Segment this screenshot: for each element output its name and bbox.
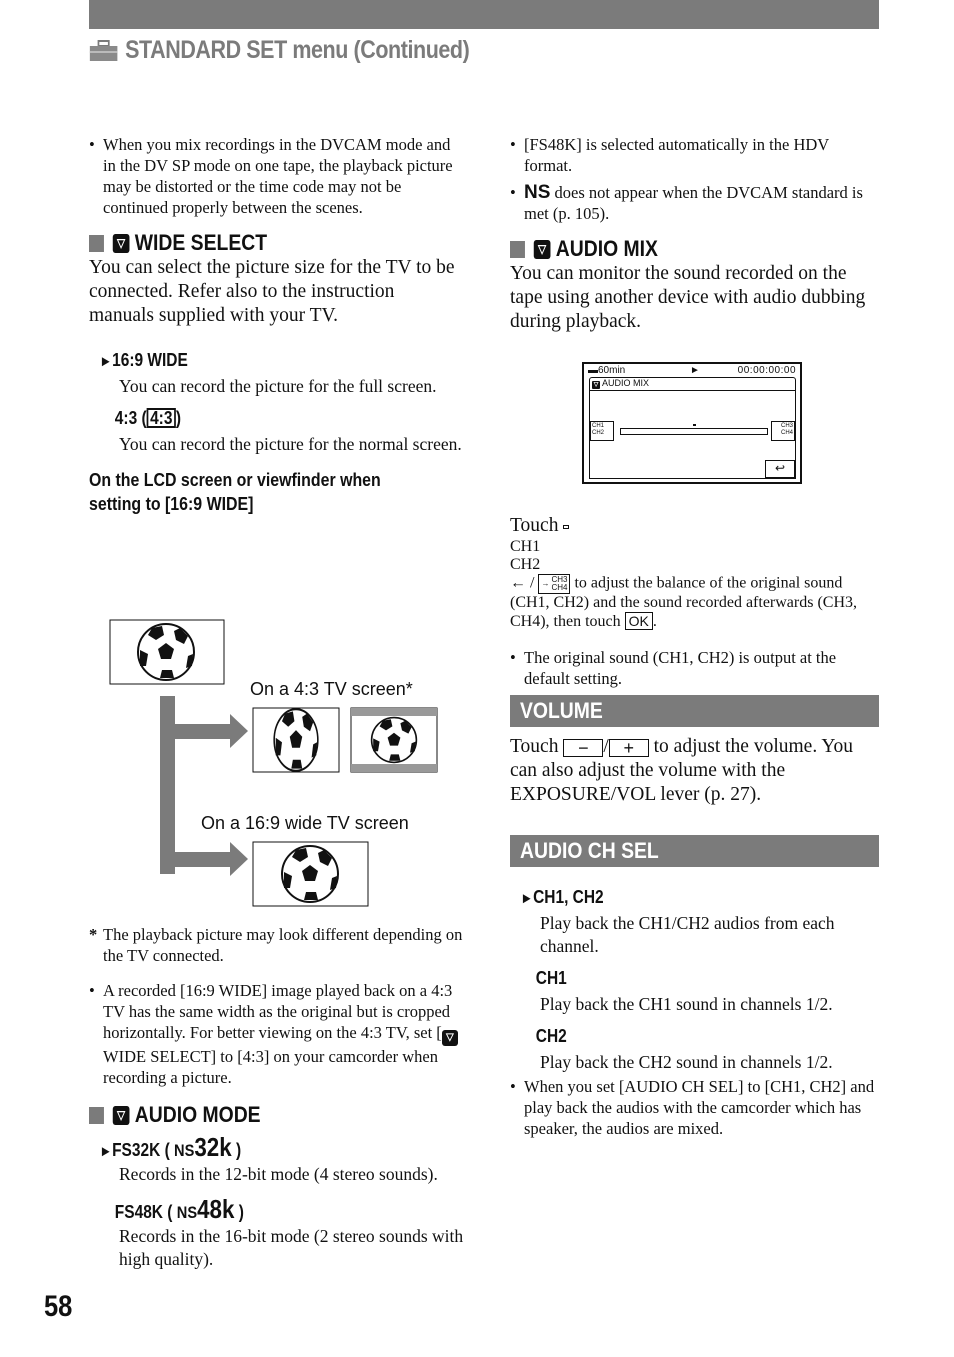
wide-select-note: • A recorded [16:9 WIDE] image played bac… [89, 980, 464, 1088]
label-169-tv: On a 16:9 wide TV screen [201, 813, 409, 833]
soccer-ball-icon [281, 845, 339, 903]
ok-button-icon: OK [624, 612, 653, 630]
option-ch1: CH1 [535, 968, 567, 988]
fs48k-note: • [FS48K] is selected automatically in th… [510, 135, 829, 175]
playback-menu-icon: ▽ [112, 1105, 130, 1125]
lcd-menu-panel: ▽ AUDIO MIX CH1 CH2 CH3 CH4 ↩ [589, 377, 796, 479]
audio-mode-heading: ▽ AUDIO MODE [89, 1102, 419, 1128]
return-icon: ↩ [774, 461, 786, 475]
arrow-to-169 [230, 842, 248, 876]
ns-note: • NS does not appear when the DVCAM stand… [510, 182, 863, 223]
playback-menu-icon: ▽ [533, 239, 551, 259]
option-desc: Records in the 16-bit mode (2 stereo sou… [119, 1226, 464, 1269]
ch1-ch2-button-icon [563, 524, 570, 529]
page-number: 58 [44, 1290, 73, 1323]
audio-mix-instructions: Touch [510, 514, 880, 538]
battery-icon: ▬ [588, 365, 598, 376]
play-icon: ► [690, 365, 700, 376]
footnote: * The playback picture may look different… [89, 925, 463, 965]
label-43-tv: On a 4:3 TV screen* [250, 679, 413, 699]
default-arrow-icon: ► [520, 890, 534, 907]
ch3-ch4-button-icon: → CH3 CH4 [538, 574, 571, 594]
volume-section: VOLUME Touch − / + to adjust the volume. Y… [510, 695, 879, 807]
section-square-icon [510, 240, 525, 258]
audio-ch-sel-section: AUDIO CH SEL ►CH1, CH2 Play back the CH1… [510, 835, 879, 1139]
option-desc: Records in the 12-bit mode (4 stereo sou… [119, 1164, 438, 1184]
option-ch1-ch2: ►CH1, CH2 [520, 887, 604, 907]
audio-mix-lcd-screen: ▬60min ► 00:00:00:00 ▽ AUDIO MIX CH1 CH2 … [582, 362, 802, 484]
return-button[interactable]: ↩ [765, 460, 795, 478]
soccer-ball-icon [137, 623, 195, 681]
minus-button-icon: − [563, 738, 604, 757]
option-ch2: CH2 [535, 1026, 567, 1046]
battery-indicator: ▬60min [588, 365, 626, 376]
volume-body: Touch − / + to adjust the volume. You can … [510, 736, 853, 805]
option-desc: Play back the CH2 sound in channels 1/2. [540, 1052, 833, 1072]
right-column-mid: Touch CH1 CH2 ← / → CH3 CH4 to adjust the ba… [510, 514, 880, 689]
playback-menu-icon: ▽ [441, 1030, 458, 1046]
ns-icon: NS [524, 182, 551, 203]
playback-menu-icon: ▽ [592, 381, 600, 389]
ch1-ch2-button[interactable]: CH1 CH2 [590, 421, 614, 441]
timecode: 00:00:00:00 [737, 365, 796, 376]
section-square-icon [89, 1106, 104, 1124]
left-column-lower: * The playback picture may look different… [89, 924, 464, 1271]
right-column: • [FS48K] is selected automatically in th… [510, 134, 880, 334]
audio-mix-note: • The original sound (CH1, CH2) is output… [510, 648, 837, 688]
soccer-ball-icon [273, 708, 319, 772]
flow-connector [160, 696, 175, 874]
arrow-to-43 [230, 714, 248, 748]
option-fs32k: ►FS32K ( NS32k ) [99, 1132, 242, 1162]
default-arrow-icon: ► [99, 1143, 113, 1160]
option-fs48k: FS48K ( NS48k ) [114, 1194, 244, 1224]
audio-mix-body: You can monitor the sound recorded on th… [510, 263, 866, 332]
volume-banner: VOLUME [510, 695, 879, 727]
audio-ch-sel-banner: AUDIO CH SEL [510, 835, 879, 867]
ch3-ch4-button[interactable]: CH3 CH4 [771, 421, 795, 441]
option-desc: Play back the CH1/CH2 audios from each c… [540, 913, 835, 956]
plus-button-icon: + [608, 738, 649, 757]
audio-mix-heading: ▽ AUDIO MIX [510, 236, 836, 262]
balance-slider[interactable] [620, 424, 768, 435]
lcd-menu-title: ▽ AUDIO MIX [592, 378, 650, 389]
audio-ch-sel-note: • When you set [AUDIO CH SEL] to [CH1, CH… [510, 1077, 875, 1138]
soccer-ball-icon [370, 716, 418, 764]
balance-marker [693, 424, 696, 426]
option-desc: Play back the CH1 sound in channels 1/2. [540, 994, 833, 1014]
